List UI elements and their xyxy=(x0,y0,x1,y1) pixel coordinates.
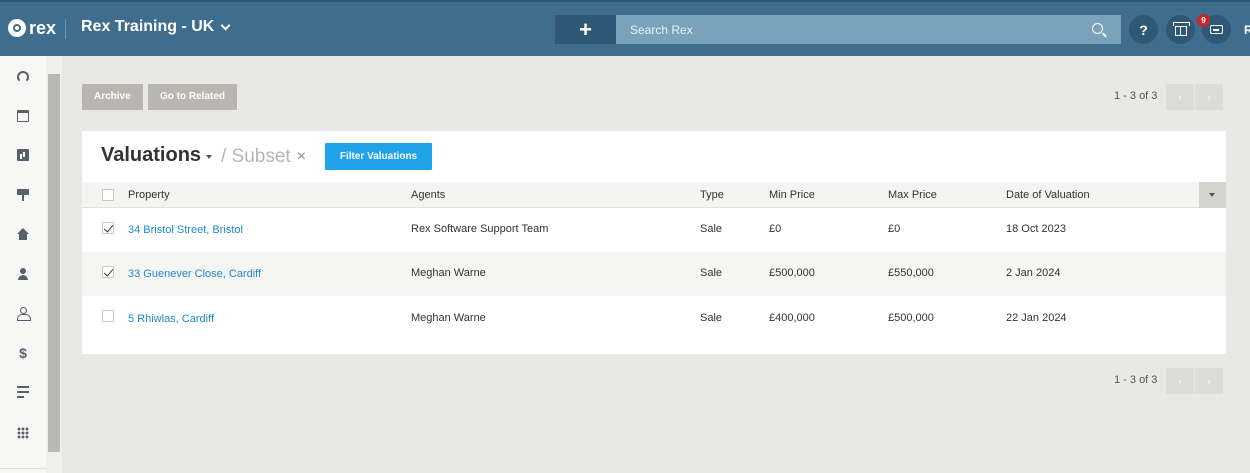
valuations-list-card: Valuations / Subset × Filter Valuations … xyxy=(82,131,1226,354)
property-link[interactable]: 34 Bristol Street, Bristol xyxy=(128,224,243,236)
page-title: Valuations xyxy=(101,144,202,166)
max-price-cell: £550,000 xyxy=(888,267,934,279)
search-input[interactable] xyxy=(616,15,1086,44)
financials-dollar-icon: $ xyxy=(19,344,27,361)
row-checkbox[interactable] xyxy=(102,222,114,234)
max-price-cell: £500,000 xyxy=(888,312,934,324)
left-sidebar: $ xyxy=(0,56,46,473)
reports-icon xyxy=(17,148,29,161)
listings-sign-icon xyxy=(17,188,29,201)
subset-breadcrumb: / Subset × xyxy=(221,146,306,168)
help-button[interactable]: ? xyxy=(1129,15,1158,44)
row-checkbox[interactable] xyxy=(102,266,114,278)
gift-icon xyxy=(1172,21,1190,36)
min-price-cell: £400,000 xyxy=(769,312,815,324)
apps-grid-icon xyxy=(17,426,29,439)
column-header-agents[interactable]: Agents xyxy=(411,189,445,201)
topbar-divider xyxy=(65,19,66,39)
type-cell: Sale xyxy=(700,312,723,324)
sidebar-item-listings[interactable] xyxy=(0,175,46,214)
owners-person-icon xyxy=(17,306,31,321)
agents-cell: Rex Software Support Team xyxy=(411,223,549,235)
sidebar-item-financials[interactable]: $ xyxy=(0,333,46,372)
contacts-person-icon xyxy=(17,267,29,280)
table-row[interactable]: 5 Rhiwlas, Cardiff Meghan Warne Sale £40… xyxy=(82,296,1226,340)
sidebar-item-reports[interactable] xyxy=(0,135,46,174)
subset-label: / Subset xyxy=(221,146,291,167)
caret-down-icon xyxy=(206,155,213,159)
prev-page-button-bottom[interactable]: ‹ xyxy=(1166,368,1194,394)
calendar-icon xyxy=(17,109,29,122)
logo-text: rex xyxy=(29,18,57,38)
column-header-property[interactable]: Property xyxy=(128,189,170,201)
sidebar-item-apps[interactable] xyxy=(0,413,46,452)
date-cell: 22 Jan 2024 xyxy=(1006,312,1067,324)
property-link[interactable]: 5 Rhiwlas, Cardiff xyxy=(128,313,214,325)
sidebar-item-contacts[interactable] xyxy=(0,254,46,293)
select-all-checkbox[interactable] xyxy=(102,189,114,201)
chevron-down-icon xyxy=(220,20,231,30)
rex-logo[interactable]: rex xyxy=(8,19,56,37)
quick-add-button[interactable]: + xyxy=(555,15,616,44)
help-icon: ? xyxy=(1139,21,1148,38)
agents-cell: Meghan Warne xyxy=(411,312,486,324)
column-header-type[interactable]: Type xyxy=(700,189,724,201)
type-cell: Sale xyxy=(700,267,723,279)
go-to-related-button[interactable]: Go to Related xyxy=(148,84,238,110)
sidebar-item-owners[interactable] xyxy=(0,293,46,332)
sidebar-item-calendar[interactable] xyxy=(0,96,46,135)
column-header-date-of-valuation[interactable]: Date of Valuation xyxy=(1006,189,1090,201)
user-avatar[interactable]: R xyxy=(1244,23,1250,37)
account-switcher[interactable]: Rex Training - UK xyxy=(81,18,231,36)
table-header: Property Agents Type Min Price Max Price… xyxy=(82,182,1226,208)
column-options-dropdown[interactable] xyxy=(1199,182,1226,208)
date-cell: 18 Oct 2023 xyxy=(1006,223,1066,235)
archive-button[interactable]: Archive xyxy=(82,84,143,110)
property-link[interactable]: 33 Guenever Close, Cardiff xyxy=(128,268,261,280)
account-name: Rex Training - UK xyxy=(81,18,215,35)
sidebar-item-lists[interactable] xyxy=(0,372,46,411)
inbox-tray-icon xyxy=(1210,25,1223,34)
sidebar-item-properties[interactable] xyxy=(0,214,46,253)
lists-icon xyxy=(17,385,29,398)
max-price-cell: £0 xyxy=(888,223,901,235)
agents-cell: Meghan Warne xyxy=(411,267,486,279)
table-row[interactable]: 34 Bristol Street, Bristol Rex Software … xyxy=(82,208,1226,252)
whats-new-button[interactable] xyxy=(1166,15,1195,44)
column-header-min-price[interactable]: Min Price xyxy=(769,189,815,201)
list-title-dropdown[interactable]: Valuations xyxy=(101,144,213,167)
table-row[interactable]: 33 Guenever Close, Cardiff Meghan Warne … xyxy=(82,252,1226,296)
min-price-cell: £500,000 xyxy=(769,267,815,279)
prev-page-button-top[interactable]: ‹ xyxy=(1166,84,1194,110)
sidebar-item-dashboard[interactable] xyxy=(0,57,46,96)
column-header-max-price[interactable]: Max Price xyxy=(888,189,937,201)
notification-count-badge: 9 xyxy=(1197,14,1210,27)
pagination-summary-top: 1 - 3 of 3 xyxy=(1114,90,1158,102)
properties-house-icon xyxy=(17,227,29,240)
min-price-cell: £0 xyxy=(769,223,782,235)
clear-subset-close-icon[interactable]: × xyxy=(297,148,306,166)
dashboard-icon xyxy=(17,70,29,83)
global-search xyxy=(616,15,1121,44)
row-checkbox[interactable] xyxy=(102,310,114,322)
filter-valuations-button[interactable]: Filter Valuations xyxy=(325,143,432,170)
rex-logo-icon xyxy=(8,19,26,37)
search-icon[interactable] xyxy=(1092,23,1103,34)
next-page-button-bottom[interactable]: › xyxy=(1195,368,1223,394)
next-page-button-top[interactable]: › xyxy=(1195,84,1223,110)
pagination-summary-bottom: 1 - 3 of 3 xyxy=(1114,374,1158,386)
top-navigation-bar: rex Rex Training - UK + ? 9 R xyxy=(0,0,1250,56)
sidebar-divider xyxy=(0,468,46,469)
date-cell: 2 Jan 2024 xyxy=(1006,267,1061,279)
sidebar-scrollbar-thumb[interactable] xyxy=(48,74,60,452)
type-cell: Sale xyxy=(700,223,723,235)
